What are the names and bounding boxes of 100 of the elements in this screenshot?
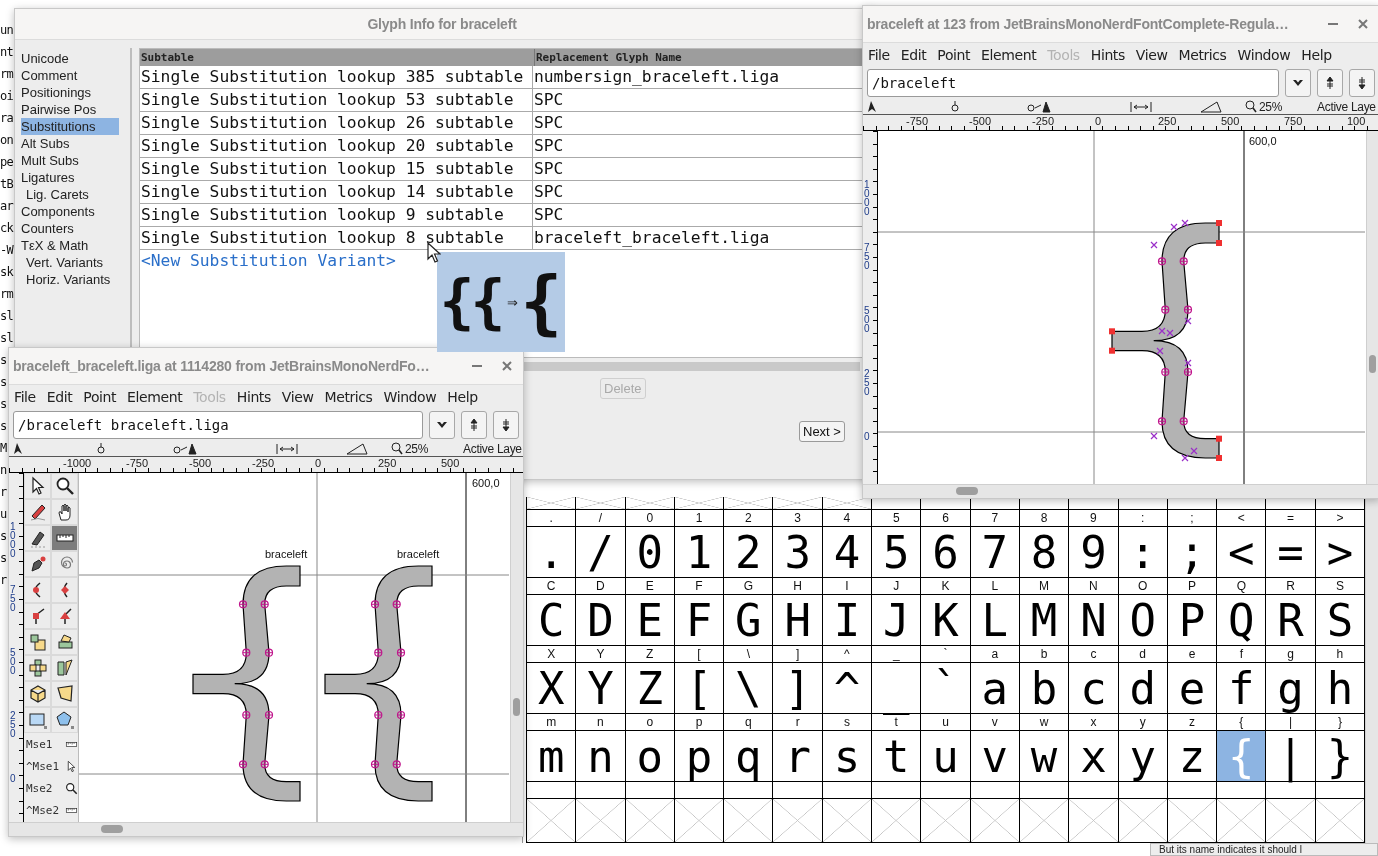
section-list-item[interactable]: Positionings [21, 84, 119, 101]
menu-item[interactable]: Point [83, 389, 117, 405]
glyph-name-field[interactable]: /braceleft [867, 69, 1279, 97]
menu-item[interactable]: Metrics [1178, 47, 1227, 63]
section-list-item[interactable]: Unicode [21, 50, 119, 67]
glyph-cell[interactable]: s [822, 731, 873, 782]
glyph-cell[interactable]: F [674, 595, 725, 646]
horizontal-scrollbar[interactable] [863, 484, 1378, 498]
section-list-item[interactable]: Alt Subs [21, 135, 119, 152]
menu-item[interactable]: Hints [236, 389, 271, 405]
menu-item[interactable]: Window [383, 389, 437, 405]
glyph-cell[interactable]: | [1266, 731, 1316, 782]
tool-button[interactable] [24, 499, 51, 525]
dropdown-button[interactable] [429, 411, 455, 439]
glyph-cell[interactable]: b [1019, 663, 1070, 714]
vertical-scrollbar[interactable] [510, 473, 523, 822]
glyph-cell[interactable]: f [1217, 663, 1267, 714]
section-list-item[interactable]: Lig. Carets [21, 186, 119, 203]
section-list-item[interactable]: Comment [21, 67, 119, 84]
glyph-cell[interactable]: Q [1217, 595, 1267, 646]
glyph-cell[interactable]: 4 [822, 527, 873, 578]
glyph-name-field[interactable]: /braceleft_braceleft.liga [13, 411, 423, 439]
menu-item[interactable]: Help [447, 389, 478, 405]
glyph-cell[interactable]: 8 [1019, 527, 1070, 578]
glyph-cell[interactable]: Z [625, 663, 675, 714]
glyph-canvas[interactable]: 600,0 braceleft braceleft [79, 473, 510, 822]
scrollbar-thumb[interactable] [956, 487, 978, 495]
glyph-cell[interactable]: / [576, 527, 626, 578]
glyph-cell[interactable]: \ [724, 663, 774, 714]
glyph-cell[interactable]: > [1315, 527, 1366, 578]
scrollbar-thumb[interactable] [513, 698, 520, 716]
glyph-cell[interactable]: ^ [822, 663, 873, 714]
glyph-cell[interactable]: : [1118, 527, 1168, 578]
section-list-item[interactable]: Pairwise Pos [21, 101, 119, 118]
horizontal-scrollbar[interactable] [524, 362, 860, 371]
horizontal-scrollbar[interactable] [9, 822, 523, 836]
glyph-cell[interactable]: v [970, 731, 1020, 782]
menu-item[interactable]: Help [1301, 47, 1332, 63]
next-button[interactable]: Next > [799, 421, 845, 442]
menu-item[interactable]: Element [981, 47, 1037, 63]
glyph-cell[interactable]: n [576, 731, 626, 782]
previous-glyph-button[interactable] [461, 411, 487, 439]
glyph-canvas[interactable]: 600,0 [878, 131, 1366, 484]
tool-button[interactable] [51, 707, 78, 733]
menu-item[interactable]: View [281, 389, 314, 405]
glyph-cell[interactable]: J [872, 595, 922, 646]
section-list-item[interactable]: Substitutions [21, 118, 119, 135]
glyph-cell[interactable]: D [576, 595, 626, 646]
glyph-cell[interactable]: Y [576, 663, 626, 714]
menu-item[interactable]: View [1135, 47, 1168, 63]
menu-item[interactable]: Edit [46, 389, 73, 405]
vertical-scrollbar[interactable] [1366, 131, 1378, 484]
tool-button[interactable] [24, 655, 51, 681]
glyph-cell[interactable]: r [773, 731, 823, 782]
glyph-cell[interactable]: ] [773, 663, 823, 714]
section-list-item[interactable]: Mult Subs [21, 152, 119, 169]
glyph-cell[interactable]: m [527, 731, 577, 782]
menu-item[interactable]: Metrics [324, 389, 373, 405]
menu-item[interactable]: Element [127, 389, 183, 405]
tool-button[interactable] [24, 603, 51, 629]
section-list-item[interactable]: Components [21, 203, 119, 220]
tool-button[interactable] [24, 525, 51, 551]
glyph-cell[interactable]: } [1315, 731, 1366, 782]
menu-item[interactable]: File [868, 47, 890, 63]
glyph-cell[interactable]: z [1167, 731, 1218, 782]
glyph-outline[interactable] [324, 565, 433, 802]
glyph-cell[interactable]: e [1167, 663, 1218, 714]
tool-button[interactable] [24, 473, 51, 499]
glyph-cell[interactable]: M [1019, 595, 1070, 646]
glyph-cell[interactable]: G [724, 595, 774, 646]
menu-item[interactable]: Edit [900, 47, 927, 63]
tool-button[interactable] [51, 473, 78, 499]
section-list-item[interactable]: Counters [21, 220, 119, 237]
glyph-cell[interactable]: 1 [674, 527, 725, 578]
section-list-item[interactable]: Vert. Variants [21, 254, 119, 271]
glyph-cell[interactable]: t [872, 731, 922, 782]
menu-item[interactable]: Point [937, 47, 971, 63]
glyph-cell[interactable]: o [625, 731, 675, 782]
glyph-cell[interactable]: q [724, 731, 774, 782]
glyph-cell[interactable]: ; [1167, 527, 1218, 578]
glyph-cell[interactable]: 7 [970, 527, 1020, 578]
glyph-cell[interactable]: R [1266, 595, 1316, 646]
next-glyph-button[interactable] [1349, 69, 1375, 97]
glyph-cell[interactable]: u [921, 731, 971, 782]
next-glyph-button[interactable] [493, 411, 519, 439]
glyph-cell[interactable]: < [1217, 527, 1267, 578]
glyph-cell[interactable]: X [527, 663, 577, 714]
section-list-item[interactable]: TεX & Math [21, 237, 119, 254]
scrollbar-thumb[interactable] [101, 825, 123, 833]
section-list-item[interactable]: Horiz. Variants [21, 271, 119, 288]
glyph-cell[interactable]: N [1069, 595, 1119, 646]
glyph-cell[interactable]: 2 [724, 527, 774, 578]
menu-item[interactable]: File [14, 389, 36, 405]
glyph-cell[interactable]: P [1167, 595, 1218, 646]
tool-button[interactable] [24, 551, 51, 577]
glyph-cell[interactable]: h [1315, 663, 1366, 714]
glyph-cell[interactable]: p [674, 731, 725, 782]
vertical-scrollbar[interactable] [1365, 497, 1378, 843]
scrollbar-thumb[interactable] [1369, 355, 1376, 373]
new-row-link[interactable]: <New Substitution Variant> [140, 250, 396, 271]
